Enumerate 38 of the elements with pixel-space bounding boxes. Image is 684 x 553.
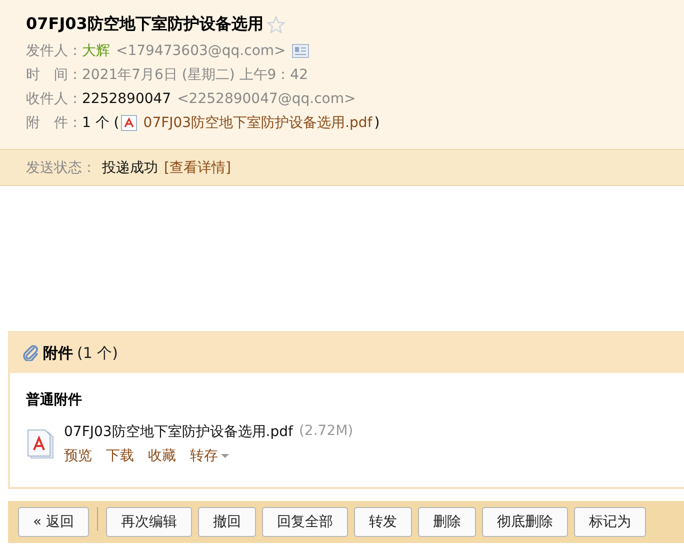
toolbar-button[interactable]: « 返回: [18, 507, 90, 537]
details-link[interactable]: [查看详情]: [164, 158, 231, 176]
attachment-group-title: 普通附件: [26, 391, 83, 409]
toolbar-button[interactable]: 转发: [354, 507, 412, 537]
field-label: 收件人：: [26, 90, 82, 108]
attachments-title: 附件: [43, 344, 73, 362]
field-label: 时 间：: [26, 66, 82, 84]
file-action-link[interactable]: 收藏: [148, 447, 176, 465]
pdf-file-icon: [26, 428, 54, 460]
toolbar-button[interactable]: 彻底删除: [482, 507, 568, 537]
toolbar-button[interactable]: 删除: [418, 507, 476, 537]
toolbar-button[interactable]: 再次编辑: [106, 507, 192, 537]
delivery-status: 投递成功: [102, 158, 158, 176]
contact-card-icon: [292, 44, 309, 58]
field-label: 发件人：: [26, 42, 82, 60]
save-to-dropdown[interactable]: 转存: [190, 447, 229, 465]
field-label: 附 件：: [26, 114, 82, 132]
file-size: (2.72M): [298, 423, 354, 441]
recipient-address: <2252890047@qq.com>: [177, 91, 356, 107]
caret-icon: [221, 454, 229, 458]
attachment-count: 1 个 (: [82, 114, 120, 132]
file-action-link[interactable]: 下载: [106, 447, 134, 465]
recipient-name: 2252890047: [82, 91, 172, 107]
field-label: 发送状态：: [26, 158, 96, 176]
bracket-text: ): [374, 115, 380, 131]
toolbar-button[interactable]: 回复全部: [262, 507, 348, 537]
pdf-file-icon: [121, 115, 138, 131]
sender-address: <179473603@qq.com>: [116, 43, 286, 59]
sent-time: 2021年7月6日 (星期二) 上午9：42: [82, 66, 308, 84]
toolbar-button[interactable]: 标记为: [574, 507, 646, 537]
file-name[interactable]: 07FJ03防空地下室防护设备选用.pdf: [64, 423, 293, 441]
toolbar-button[interactable]: 撤回: [198, 507, 256, 537]
star-icon[interactable]: [267, 16, 286, 34]
file-action-link[interactable]: 预览: [64, 447, 92, 465]
mail-subject: 07FJ03防空地下室防护设备选用: [26, 14, 264, 35]
attachment-link[interactable]: 07FJ03防空地下室防护设备选用.pdf: [143, 114, 372, 132]
attachments-count: (1 个): [77, 344, 118, 362]
paperclip-icon: [22, 345, 39, 361]
